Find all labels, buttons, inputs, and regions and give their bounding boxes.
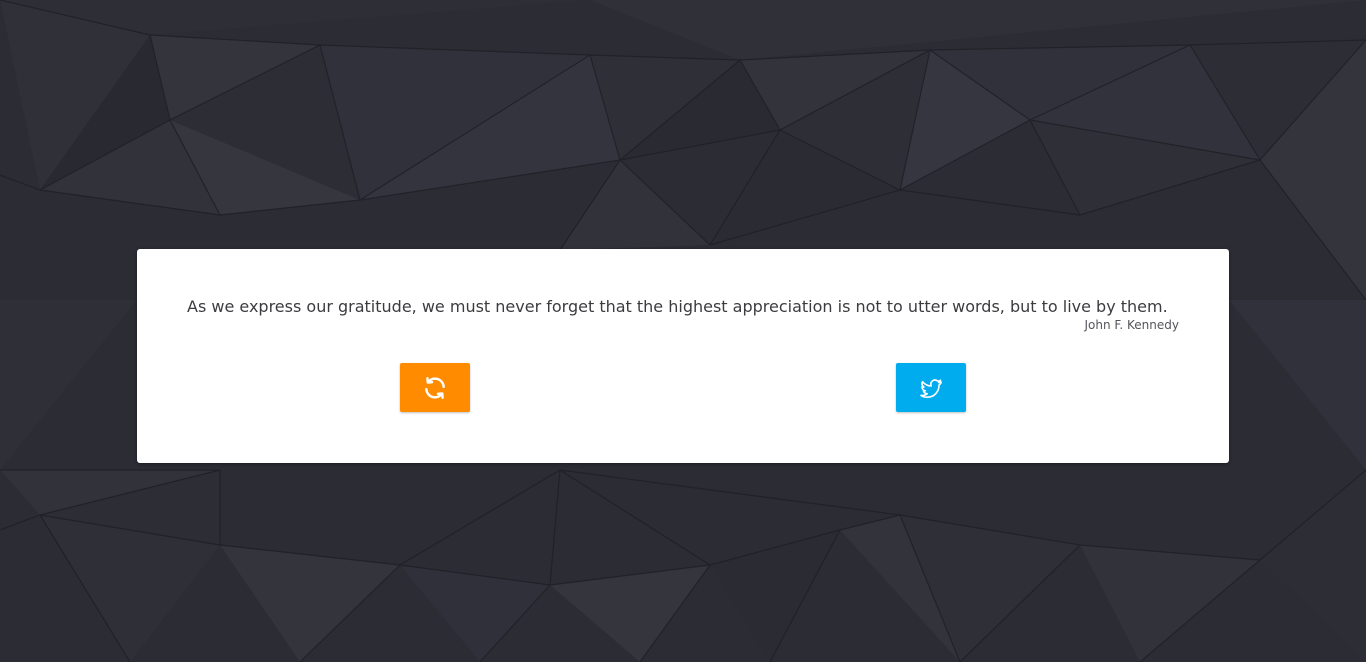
tweet-button[interactable]: [896, 363, 966, 412]
refresh-icon: [422, 375, 448, 401]
new-quote-button[interactable]: [400, 363, 470, 412]
quote-text: As we express our gratitude, we must nev…: [187, 297, 1168, 316]
quote-card: As we express our gratitude, we must nev…: [137, 249, 1229, 463]
quote-author: John F. Kennedy: [1084, 318, 1179, 332]
twitter-icon: [918, 376, 944, 400]
